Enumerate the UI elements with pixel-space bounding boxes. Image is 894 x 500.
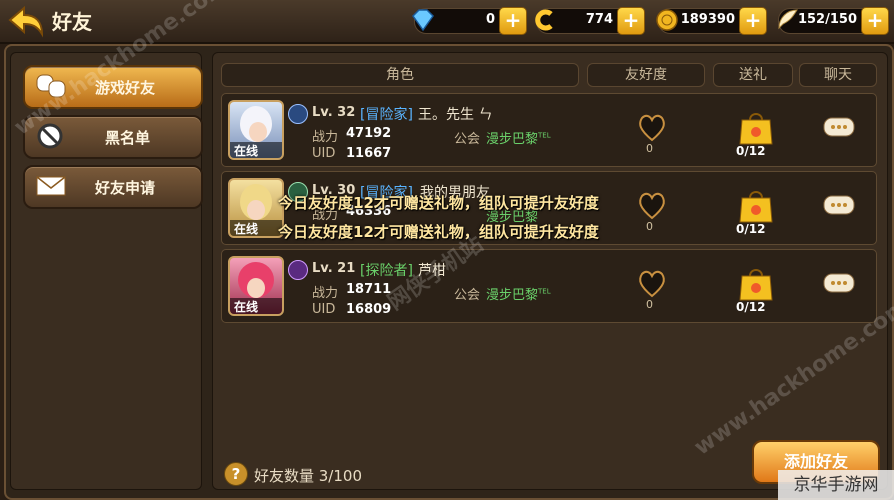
friend-guild: 漫步巴黎TEL [486, 284, 551, 303]
stamina-value: 152/150 [797, 12, 857, 27]
guild-label: 公会 [454, 288, 481, 303]
diamond-value: 0 [485, 12, 495, 27]
friend-uid: 16809 [346, 302, 392, 317]
sidebar-item-label: 好友申请 [95, 179, 156, 197]
c-coin-counter: 774 + [535, 7, 645, 35]
gift-notice: 今日友好度12才可赠送礼物，组队可提升友好度 [278, 223, 599, 241]
heart-icon [639, 270, 665, 298]
gold-counter: 189390 + [656, 7, 767, 35]
friendship-value: 0 [646, 298, 653, 311]
chat-bubble-icon[interactable] [822, 194, 856, 220]
power-label: 战力 [312, 286, 339, 301]
c-coin-icon [535, 9, 553, 31]
class-icon [288, 260, 308, 280]
column-header-role: 角色 [221, 63, 579, 87]
friendship-value: 0 [646, 142, 653, 155]
uid-label: UID [312, 302, 336, 317]
brand-watermark: 京华手游网 [778, 470, 894, 500]
gift-count: 0/12 [736, 222, 766, 236]
back-arrow-icon[interactable] [6, 4, 46, 38]
heart-icon [639, 114, 665, 142]
friend-guild: 漫步巴黎TEL [486, 128, 551, 147]
add-gold-button[interactable]: + [739, 7, 767, 35]
guild-suffix: TEL [538, 131, 551, 140]
avatar[interactable]: 在线 [228, 100, 284, 160]
avatar[interactable]: 在线 [228, 178, 284, 238]
mail-icon [36, 176, 66, 196]
column-header-friendship: 友好度 [587, 63, 705, 87]
diamond-icon [412, 9, 434, 32]
chat-bubble-icon[interactable] [822, 272, 856, 298]
friendship-value: 0 [646, 220, 653, 233]
sidebar-item-label: 黑名单 [105, 129, 151, 147]
column-header-gift: 送礼 [713, 63, 793, 87]
add-stamina-button[interactable]: + [861, 7, 889, 35]
help-button[interactable]: ? [224, 462, 248, 486]
friend-count: 好友数量 3/100 [254, 467, 362, 485]
gift-bag-icon[interactable] [734, 264, 778, 304]
friend-row[interactable]: 在线 Lv. 32 [冒险家] 王。先生 ㄣ 战力 47192 UID 1166… [221, 93, 877, 167]
avatar[interactable]: 在线 [228, 256, 284, 316]
add-c-coin-button[interactable]: + [617, 7, 645, 35]
diamond-counter: 0 + [412, 7, 527, 35]
guild-name: 漫步巴黎 [486, 288, 539, 303]
friend-list-panel: 角色 友好度 送礼 聊天 在线 Lv. 32 [冒险家] 王。先生 ㄣ 战力 4… [212, 52, 888, 490]
gift-bag-icon[interactable] [734, 108, 778, 148]
guild-label: 公会 [454, 132, 481, 147]
c-coin-value: 774 [585, 12, 613, 27]
uid-label: UID [312, 146, 336, 161]
heart-icon [639, 192, 665, 220]
friend-level: Lv. 32 [312, 105, 356, 120]
gift-notice: 今日友好度12才可赠送礼物，组队可提升友好度 [278, 194, 599, 212]
friend-uid: 11667 [346, 146, 392, 161]
page-title: 好友 [52, 10, 92, 34]
gold-coin-icon [656, 9, 678, 31]
chat-bubble-icon[interactable] [822, 116, 856, 142]
column-header-chat: 聊天 [799, 63, 877, 87]
gift-bag-icon[interactable] [734, 186, 778, 226]
friend-power: 47192 [346, 126, 392, 141]
friend-row[interactable]: 在线 Lv. 21 [探险者] 芦柑 战力 18711 UID 16809 公会… [221, 249, 877, 323]
power-label: 战力 [312, 130, 339, 145]
wing-stamina-icon [778, 9, 798, 30]
gift-count: 0/12 [736, 144, 766, 158]
guild-suffix: TEL [538, 287, 551, 296]
online-badge: 在线 [230, 220, 282, 236]
stamina-counter: 152/150 + [778, 7, 889, 35]
add-diamond-button[interactable]: + [499, 7, 527, 35]
friend-job: [冒险家] [360, 107, 413, 123]
friend-level: Lv. 21 [312, 261, 356, 276]
online-badge: 在线 [230, 142, 282, 158]
gift-count: 0/12 [736, 300, 766, 314]
sidebar-item-friend-requests[interactable]: 好友申请 [23, 165, 203, 209]
gold-value: 189390 [680, 12, 735, 27]
guild-name: 漫步巴黎 [486, 132, 539, 147]
friend-name: 王。先生 ㄣ [418, 107, 493, 123]
class-icon [288, 104, 308, 124]
online-badge: 在线 [230, 298, 282, 314]
